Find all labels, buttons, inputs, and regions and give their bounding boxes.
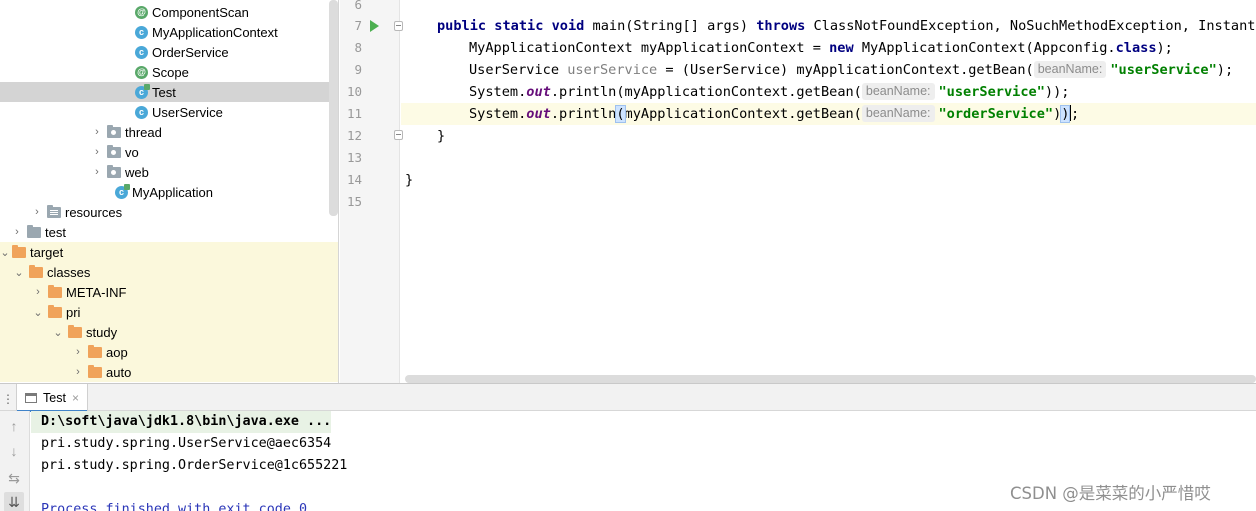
tree-item-scope[interactable]: @ Scope	[0, 62, 338, 82]
tree-item-auto[interactable]: › auto	[0, 362, 338, 382]
code-line-10: System.out.println(myApplicationContext.…	[469, 83, 1070, 100]
scroll-to-end-icon[interactable]: ⇊	[4, 492, 24, 511]
main-class-icon: c	[115, 183, 130, 199]
resources-folder-icon	[47, 204, 61, 218]
package-icon	[107, 164, 121, 178]
chevron-right-icon[interactable]: ›	[91, 142, 103, 162]
main-class-icon: c	[135, 83, 150, 99]
run-tool-window-header: ⋮ Test ×	[0, 383, 1256, 412]
arrow-down-icon[interactable]: ↓	[4, 441, 24, 461]
tree-item-web[interactable]: › web	[0, 162, 338, 182]
run-toolbar: ↑ ↓ ⇆ ⇊	[0, 411, 30, 511]
tree-item-userservice[interactable]: c UserService	[0, 102, 338, 122]
line-number: 14	[346, 172, 362, 187]
tree-item-myapplication[interactable]: c MyApplication	[0, 182, 338, 202]
tree-item-meta-inf[interactable]: › META-INF	[0, 282, 338, 302]
line-number: 15	[346, 194, 362, 209]
parameter-hint: beanName:	[861, 105, 935, 122]
tree-item-pri[interactable]: ⌄ pri	[0, 302, 338, 322]
chevron-down-icon[interactable]: ⌄	[0, 242, 10, 262]
editor-gutter: 6 7 8 9 10 11 12 13 14 15	[340, 0, 403, 383]
chevron-right-icon[interactable]: ›	[31, 202, 43, 222]
code-line-8: MyApplicationContext myApplicationContex…	[469, 40, 1173, 56]
folder-orange-icon	[68, 324, 82, 338]
run-tab-test[interactable]: Test ×	[16, 384, 88, 412]
console-exit-line: Process finished with exit code 0	[41, 502, 308, 511]
folder-orange-icon	[48, 304, 62, 318]
folder-orange-icon	[88, 364, 102, 378]
chevron-right-icon[interactable]: ›	[72, 342, 84, 362]
code-line-14: }	[405, 172, 414, 188]
class-icon: c	[135, 105, 148, 119]
matched-brace: (	[615, 105, 626, 123]
tree-item-componentscan[interactable]: @ ComponentScan	[0, 2, 338, 22]
class-icon: c	[135, 25, 148, 39]
line-number: 8	[354, 40, 362, 55]
chevron-right-icon[interactable]: ›	[11, 222, 23, 242]
line-number: 9	[354, 62, 362, 77]
matched-brace: )	[1060, 105, 1071, 123]
tree-item-test-folder[interactable]: › test	[0, 222, 338, 242]
code-editor[interactable]: 6 7 8 9 10 11 12 13 14 15 public static …	[340, 0, 1256, 383]
editor-horizontal-scrollbar[interactable]	[405, 375, 1256, 383]
line-number: 13	[346, 150, 362, 165]
chevron-down-icon[interactable]: ⌄	[13, 262, 25, 282]
console-line: pri.study.spring.OrderService@1c655221	[41, 458, 348, 473]
code-line-9: UserService userService = (UserService) …	[469, 61, 1234, 78]
chevron-down-icon[interactable]: ⌄	[32, 302, 44, 322]
package-icon	[107, 124, 121, 138]
folder-icon	[27, 224, 41, 238]
parameter-hint: beanName:	[1033, 61, 1107, 78]
annotation-icon: @	[135, 5, 148, 19]
chevron-right-icon[interactable]: ›	[91, 122, 103, 142]
run-gutter-icon[interactable]	[370, 20, 379, 32]
package-icon	[107, 144, 121, 158]
soft-wrap-icon[interactable]: ⇆	[4, 468, 24, 488]
code-area[interactable]: public static void main(String[] args) t…	[401, 0, 1256, 383]
chevron-right-icon[interactable]: ›	[91, 162, 103, 182]
project-tree: @ ComponentScan c MyApplicationContext c…	[0, 0, 339, 383]
chevron-down-icon[interactable]: ⌄	[52, 322, 64, 342]
run-tab-label: Test	[43, 390, 66, 405]
folder-orange-icon	[48, 284, 62, 298]
tree-item-myapplicationcontext[interactable]: c MyApplicationContext	[0, 22, 338, 42]
tree-item-aop[interactable]: › aop	[0, 342, 338, 362]
line-number: 12	[346, 128, 362, 143]
code-line-12: }	[437, 128, 446, 144]
tree-item-study[interactable]: ⌄ study	[0, 322, 338, 342]
tree-item-resources[interactable]: › resources	[0, 202, 338, 222]
console-icon	[25, 392, 37, 403]
tree-item-vo[interactable]: › vo	[0, 142, 338, 162]
close-icon[interactable]: ×	[72, 391, 79, 405]
tree-item-classes[interactable]: ⌄ classes	[0, 262, 338, 282]
line-number: 6	[354, 0, 362, 12]
tree-item-target[interactable]: ⌄ target	[0, 242, 338, 262]
code-line-7: public static void main(String[] args) t…	[437, 18, 1256, 34]
line-number: 11	[346, 106, 362, 121]
line-number: 10	[346, 84, 362, 99]
chevron-right-icon[interactable]: ›	[32, 282, 44, 302]
folder-orange-icon	[88, 344, 102, 358]
line-number: 7	[354, 18, 362, 33]
code-line-11: System.out.println(myApplicationContext.…	[401, 103, 1256, 125]
console-line: pri.study.spring.UserService@aec6354	[41, 436, 332, 451]
tree-item-thread[interactable]: › thread	[0, 122, 338, 142]
tree-item-orderservice[interactable]: c OrderService	[0, 42, 338, 62]
tree-scrollbar[interactable]	[329, 0, 338, 216]
folder-orange-icon	[29, 264, 43, 278]
class-icon: c	[135, 45, 148, 59]
console-command-line[interactable]: D:\soft\java\jdk1.8\bin\java.exe ...	[31, 411, 331, 433]
chevron-right-icon[interactable]: ›	[72, 362, 84, 382]
more-icon[interactable]: ⋮	[2, 392, 14, 406]
folder-orange-icon	[12, 244, 26, 258]
parameter-hint: beanName:	[861, 83, 935, 100]
annotation-icon: @	[135, 65, 148, 79]
tree-item-test[interactable]: c Test	[0, 82, 338, 102]
arrow-up-icon[interactable]: ↑	[4, 416, 24, 436]
watermark: CSDN @是菜菜的小严惜哎	[1010, 484, 1211, 503]
